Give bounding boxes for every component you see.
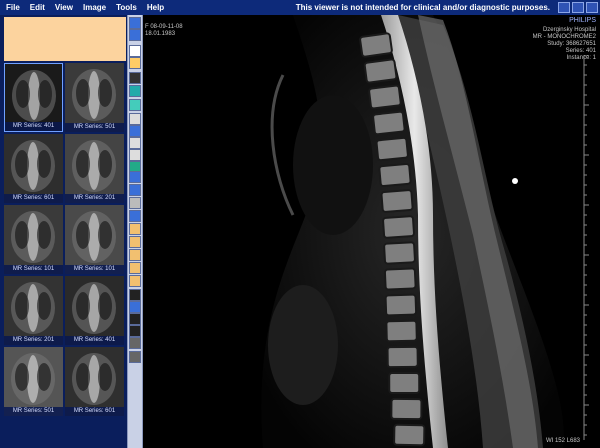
annotation3-icon[interactable] [129, 249, 141, 261]
image-viewer[interactable]: F 08-09-11-08 18.01.1983 Dzerginsky Hosp… [143, 15, 600, 448]
copy-icon[interactable] [129, 17, 141, 29]
thumbnail-label: MR Series: 201 [4, 336, 63, 345]
annotation-icon[interactable] [129, 223, 141, 235]
brightness-icon[interactable] [129, 72, 141, 84]
thumbnail-label: MR Series: 401 [5, 122, 62, 131]
series-thumbnail[interactable]: MR Series: 601 [65, 347, 124, 416]
vertebra [386, 345, 419, 369]
menu-view[interactable]: View [50, 3, 78, 12]
vertebra [388, 371, 421, 395]
vertebra [390, 397, 423, 421]
tool-bar [127, 15, 143, 448]
thumbnail-label: MR Series: 101 [4, 265, 63, 274]
play-icon[interactable] [129, 289, 141, 301]
thumbnail-label: MR Series: 501 [4, 407, 63, 416]
zoom-icon[interactable] [129, 29, 141, 41]
patient-info-box [4, 17, 126, 61]
vertebra [383, 267, 417, 291]
vertebra [383, 241, 416, 265]
overlay-line: F 08-09-11-08 [145, 24, 183, 30]
menu-file[interactable]: File [0, 3, 25, 12]
window-controls [558, 2, 598, 13]
thumbnail-label: MR Series: 601 [4, 194, 63, 203]
vertebra [393, 423, 426, 447]
series-thumbnail[interactable]: MR Series: 501 [65, 63, 124, 132]
overlay-line: 18.01.1983 [145, 31, 176, 37]
overlay-line: MR - MONOCHROME2 [532, 34, 596, 40]
series-thumbnail[interactable]: MR Series: 201 [65, 134, 124, 203]
line-measure-icon[interactable] [129, 337, 141, 349]
fast-forward-icon[interactable] [129, 313, 141, 325]
vertebra [363, 58, 398, 84]
window-level-readout: WI 152 L683 [545, 438, 580, 444]
vertebra [380, 189, 414, 213]
scale-ruler [583, 55, 589, 440]
menu-tools[interactable]: Tools [111, 3, 142, 12]
print-icon[interactable] [129, 197, 141, 209]
vertebra [368, 84, 402, 110]
vertebra [372, 110, 406, 136]
series-thumbnail[interactable]: MR Series: 401 [4, 63, 63, 132]
vertebra [382, 215, 415, 239]
stop-icon[interactable] [129, 301, 141, 313]
annotation4-icon[interactable] [129, 262, 141, 274]
series-thumbnail[interactable]: MR Series: 601 [4, 134, 63, 203]
vertebra [375, 136, 409, 162]
disclaimer-text: This viewer is not intended for clinical… [295, 3, 550, 12]
vertebra [378, 162, 412, 188]
thumbnail-image [4, 134, 63, 203]
series-thumbnail[interactable]: MR Series: 501 [4, 347, 63, 416]
menu-help[interactable]: Help [142, 3, 169, 12]
vertebra [385, 319, 418, 343]
thumbnail-image [4, 347, 63, 416]
menu-image[interactable]: Image [78, 3, 111, 12]
pan-hand-icon[interactable] [129, 57, 141, 69]
next-icon[interactable] [129, 184, 141, 196]
thumbnail-image [4, 276, 63, 345]
vertebra [359, 32, 393, 58]
patient-overlay: F 08-09-11-08 18.01.1983 [145, 24, 183, 38]
thumbnail-image [65, 347, 124, 416]
series-stack-icon[interactable] [129, 125, 141, 137]
mri-image [261, 15, 564, 448]
thumbnail-label: MR Series: 101 [65, 265, 124, 274]
thumbnail-image [65, 205, 124, 274]
series-panel: MR Series: 401 MR Series: 501 MR Series: 6… [0, 15, 127, 448]
menu-edit[interactable]: Edit [25, 3, 50, 12]
thumbnail-label: MR Series: 401 [65, 336, 124, 345]
overlay-line: Series: 401 [565, 48, 596, 54]
thumbnail-image [65, 276, 124, 345]
menu-bar: File Edit View Image Tools Help This vie… [0, 0, 600, 16]
angle-measure-icon[interactable] [129, 351, 141, 363]
prev-icon[interactable] [129, 171, 141, 183]
thumbnail-label: MR Series: 201 [65, 194, 124, 203]
thumbnail-label: MR Series: 601 [65, 407, 124, 416]
pointer-icon[interactable] [129, 113, 141, 125]
list-icon[interactable] [129, 137, 141, 149]
close-button[interactable] [586, 2, 598, 13]
brand-logo: PHILIPS [569, 17, 596, 24]
thumbnail-image [4, 205, 63, 274]
annotation5-icon[interactable] [129, 275, 141, 287]
thumbnail-label: MR Series: 501 [65, 123, 124, 132]
loop-icon[interactable] [129, 325, 141, 337]
thumbnail-image [65, 134, 124, 203]
maximize-button[interactable] [572, 2, 584, 13]
overlay-line: Dzerginsky Hospital [542, 27, 596, 33]
series-thumbnail[interactable]: MR Series: 401 [65, 276, 124, 345]
vertebra [384, 293, 418, 317]
window-level-icon[interactable] [129, 45, 141, 57]
contrast-icon[interactable] [129, 85, 141, 97]
thumbnail-image [65, 63, 124, 132]
minimize-button[interactable] [558, 2, 570, 13]
series-thumbnail[interactable]: MR Series: 101 [65, 205, 124, 274]
series-thumbnail[interactable]: MR Series: 101 [4, 205, 63, 274]
overlay-line: Study: 368627651 [547, 41, 596, 47]
export-icon[interactable] [129, 210, 141, 222]
layout-icon[interactable] [129, 149, 141, 161]
annotation2-icon[interactable] [129, 236, 141, 248]
series-thumbnail[interactable]: MR Series: 201 [4, 276, 63, 345]
color-icon[interactable] [129, 99, 141, 111]
